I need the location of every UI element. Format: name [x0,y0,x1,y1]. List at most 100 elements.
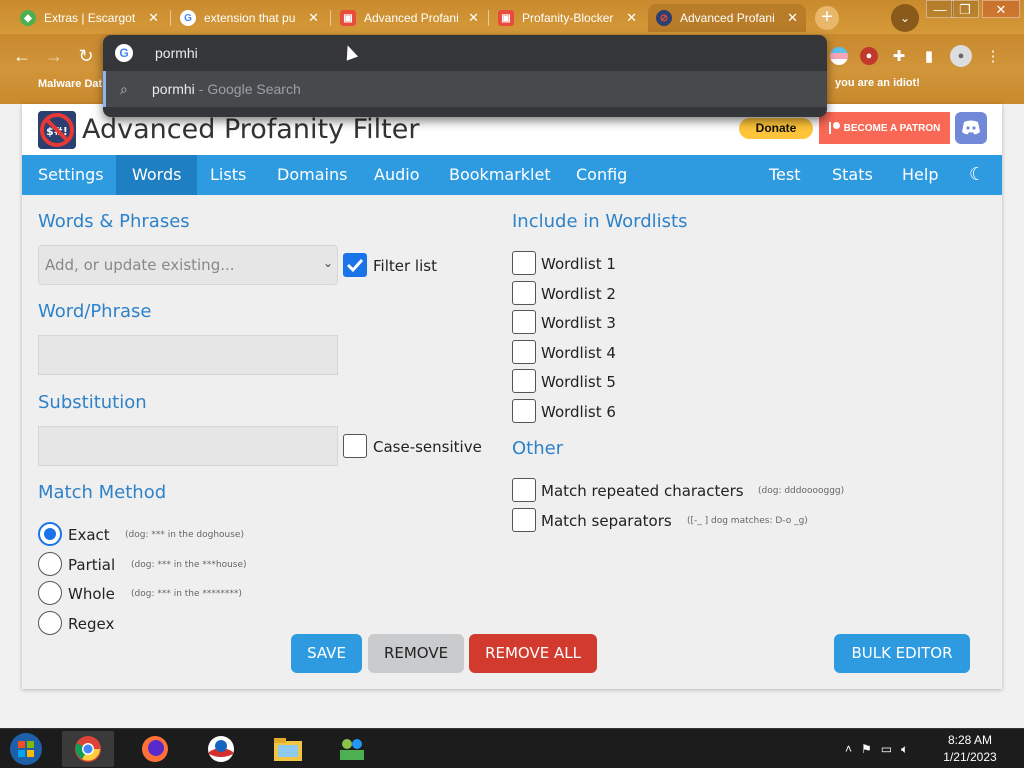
remove-all-button[interactable]: REMOVE ALL [469,634,597,673]
substitution-input[interactable] [38,426,338,466]
reload-button[interactable]: ↻ [72,42,100,70]
network-people-taskbar-icon[interactable] [332,731,372,767]
back-button[interactable]: ← [8,42,36,70]
clock-date: 1/21/2023 [943,750,997,764]
side-panel-icon[interactable]: ▮ [920,47,938,65]
tab-apf-active[interactable]: ⊘ Advanced Profani ✕ [648,4,806,32]
radio-whole-label: Whole [68,585,115,603]
tab-settings[interactable]: Settings [22,155,120,195]
flag-icon[interactable]: ⚑ [861,742,872,756]
tab-title: extension that pu [204,11,296,25]
bookmark-item[interactable]: you are an idiot! [835,77,920,89]
tab-help[interactable]: Help [886,155,954,195]
tab-stats[interactable]: Stats [816,155,889,195]
extension-icon: ▣ [498,10,514,26]
match-separators-checkbox[interactable] [512,508,536,532]
taskbar: ˄ ⚑ ▭ 🔈︎ 8:28 AM 1/21/2023 [0,728,1024,768]
tab-lists[interactable]: Lists [194,155,262,195]
tab-separator [170,10,171,26]
bookmark-item[interactable]: Malware Dat [38,78,102,90]
wordlist-4-label: Wordlist 4 [541,344,616,362]
omnibox-suggestion[interactable]: ⌕ pormhi - Google Search [103,71,827,107]
patreon-icon [828,122,840,134]
radio-whole[interactable] [38,581,62,605]
window-close-button[interactable]: ✕ [982,0,1020,18]
match-repeated-checkbox[interactable] [512,478,536,502]
match-repeated-label: Match repeated characters [541,482,744,500]
filter-list-label: Filter list [373,257,437,275]
wordlist-6-label: Wordlist 6 [541,403,616,421]
radio-exact-hint: (dog: *** in the doghouse) [125,530,244,540]
app-title: Advanced Profanity Filter [82,114,420,145]
word-phrase-input[interactable] [38,335,338,375]
google-icon: G [115,44,133,62]
menu-kebab-icon[interactable]: ⋮ [984,47,1002,65]
case-sensitive-label: Case-sensitive [373,438,482,456]
wordlist-3-checkbox[interactable] [512,310,536,334]
radio-partial[interactable] [38,552,62,576]
tab-title: Extras | Escargot [44,11,136,25]
dark-mode-moon-icon[interactable]: ☾ [953,155,1001,195]
close-icon[interactable]: ✕ [626,10,637,26]
tab-bookmarklet[interactable]: Bookmarklet [433,155,567,195]
remove-button[interactable]: REMOVE [368,634,464,673]
chevron-up-icon[interactable]: ˄ [845,742,852,756]
account-icon[interactable]: ● [950,45,972,67]
tab-profanity-blocker[interactable]: ▣ Profanity-Blocker ✕ [490,4,645,32]
radio-regex[interactable] [38,611,62,635]
tab-words[interactable]: Words [116,155,198,195]
firefox-taskbar-icon[interactable] [135,731,175,767]
match-method-title: Match Method [38,482,167,503]
wordlist-1-checkbox[interactable] [512,251,536,275]
filter-list-checkbox[interactable] [343,253,367,277]
start-button[interactable] [6,731,46,767]
word-select[interactable]: Add, or update existing... ⌄ [38,245,338,285]
radio-exact-label: Exact [68,526,110,544]
clock-time: 8:28 AM [947,733,993,747]
tab-extras[interactable]: ◆ Extras | Escargot ✕ [12,4,167,32]
apf-icon: ⊘ [656,10,672,26]
wordlist-2-checkbox[interactable] [512,281,536,305]
tab-audio[interactable]: Audio [358,155,435,195]
close-icon[interactable]: ✕ [308,10,319,26]
minimize-button[interactable]: — [926,0,954,18]
discord-icon[interactable] [955,112,987,144]
donate-button[interactable]: Donate [739,118,813,139]
tab-strip: ◆ Extras | Escargot ✕ G extension that p… [0,0,1024,34]
case-sensitive-checkbox[interactable] [343,434,367,458]
word-phrase-label: Word/Phrase [38,301,152,322]
volume-icon[interactable]: 🔈︎ [901,742,908,757]
wordlist-4-checkbox[interactable] [512,340,536,364]
wordlist-1-label: Wordlist 1 [541,255,616,273]
omnibox-row[interactable]: G pormhi [103,35,827,71]
close-icon[interactable]: ✕ [468,10,479,26]
radio-exact[interactable] [38,522,62,546]
close-icon[interactable]: ✕ [148,10,159,26]
tab-test[interactable]: Test [753,155,817,195]
bulk-editor-button[interactable]: BULK EDITOR [834,634,970,673]
match-separators-hint: ([-_ ] dog matches: D-o _g) [687,516,808,526]
close-icon[interactable]: ✕ [787,10,798,26]
tab-apf-1[interactable]: ▣ Advanced Profani ✕ [332,4,487,32]
puzzle-extensions-icon[interactable]: ✚ [890,47,908,65]
system-tray: ˄ ⚑ ▭ 🔈︎ [845,729,908,768]
restore-button[interactable]: ❐ [951,0,979,18]
address-input[interactable]: pormhi [155,45,198,61]
network-icon[interactable]: ▭ [881,742,892,756]
tab-google-search[interactable]: G extension that pu ✕ [172,4,327,32]
new-tab-button[interactable]: + [815,6,839,30]
chrome-taskbar-icon[interactable] [62,731,114,767]
obama-logo-taskbar-icon[interactable] [201,731,241,767]
wordlist-6-checkbox[interactable] [512,399,536,423]
wordlist-5-checkbox[interactable] [512,369,536,393]
tab-search-button[interactable]: ⌄ [891,4,919,32]
tab-domains[interactable]: Domains [261,155,363,195]
become-patron-button[interactable]: BECOME A PATRON [819,112,950,144]
save-button[interactable]: SAVE [291,634,362,673]
forward-button[interactable]: → [40,42,68,70]
file-explorer-taskbar-icon[interactable] [268,731,308,767]
extension-flag-icon[interactable] [830,47,848,65]
profile-avatar-icon[interactable]: ● [860,47,878,65]
clock[interactable]: 8:28 AM 1/21/2023 [930,732,1010,766]
tab-config[interactable]: Config [560,155,643,195]
